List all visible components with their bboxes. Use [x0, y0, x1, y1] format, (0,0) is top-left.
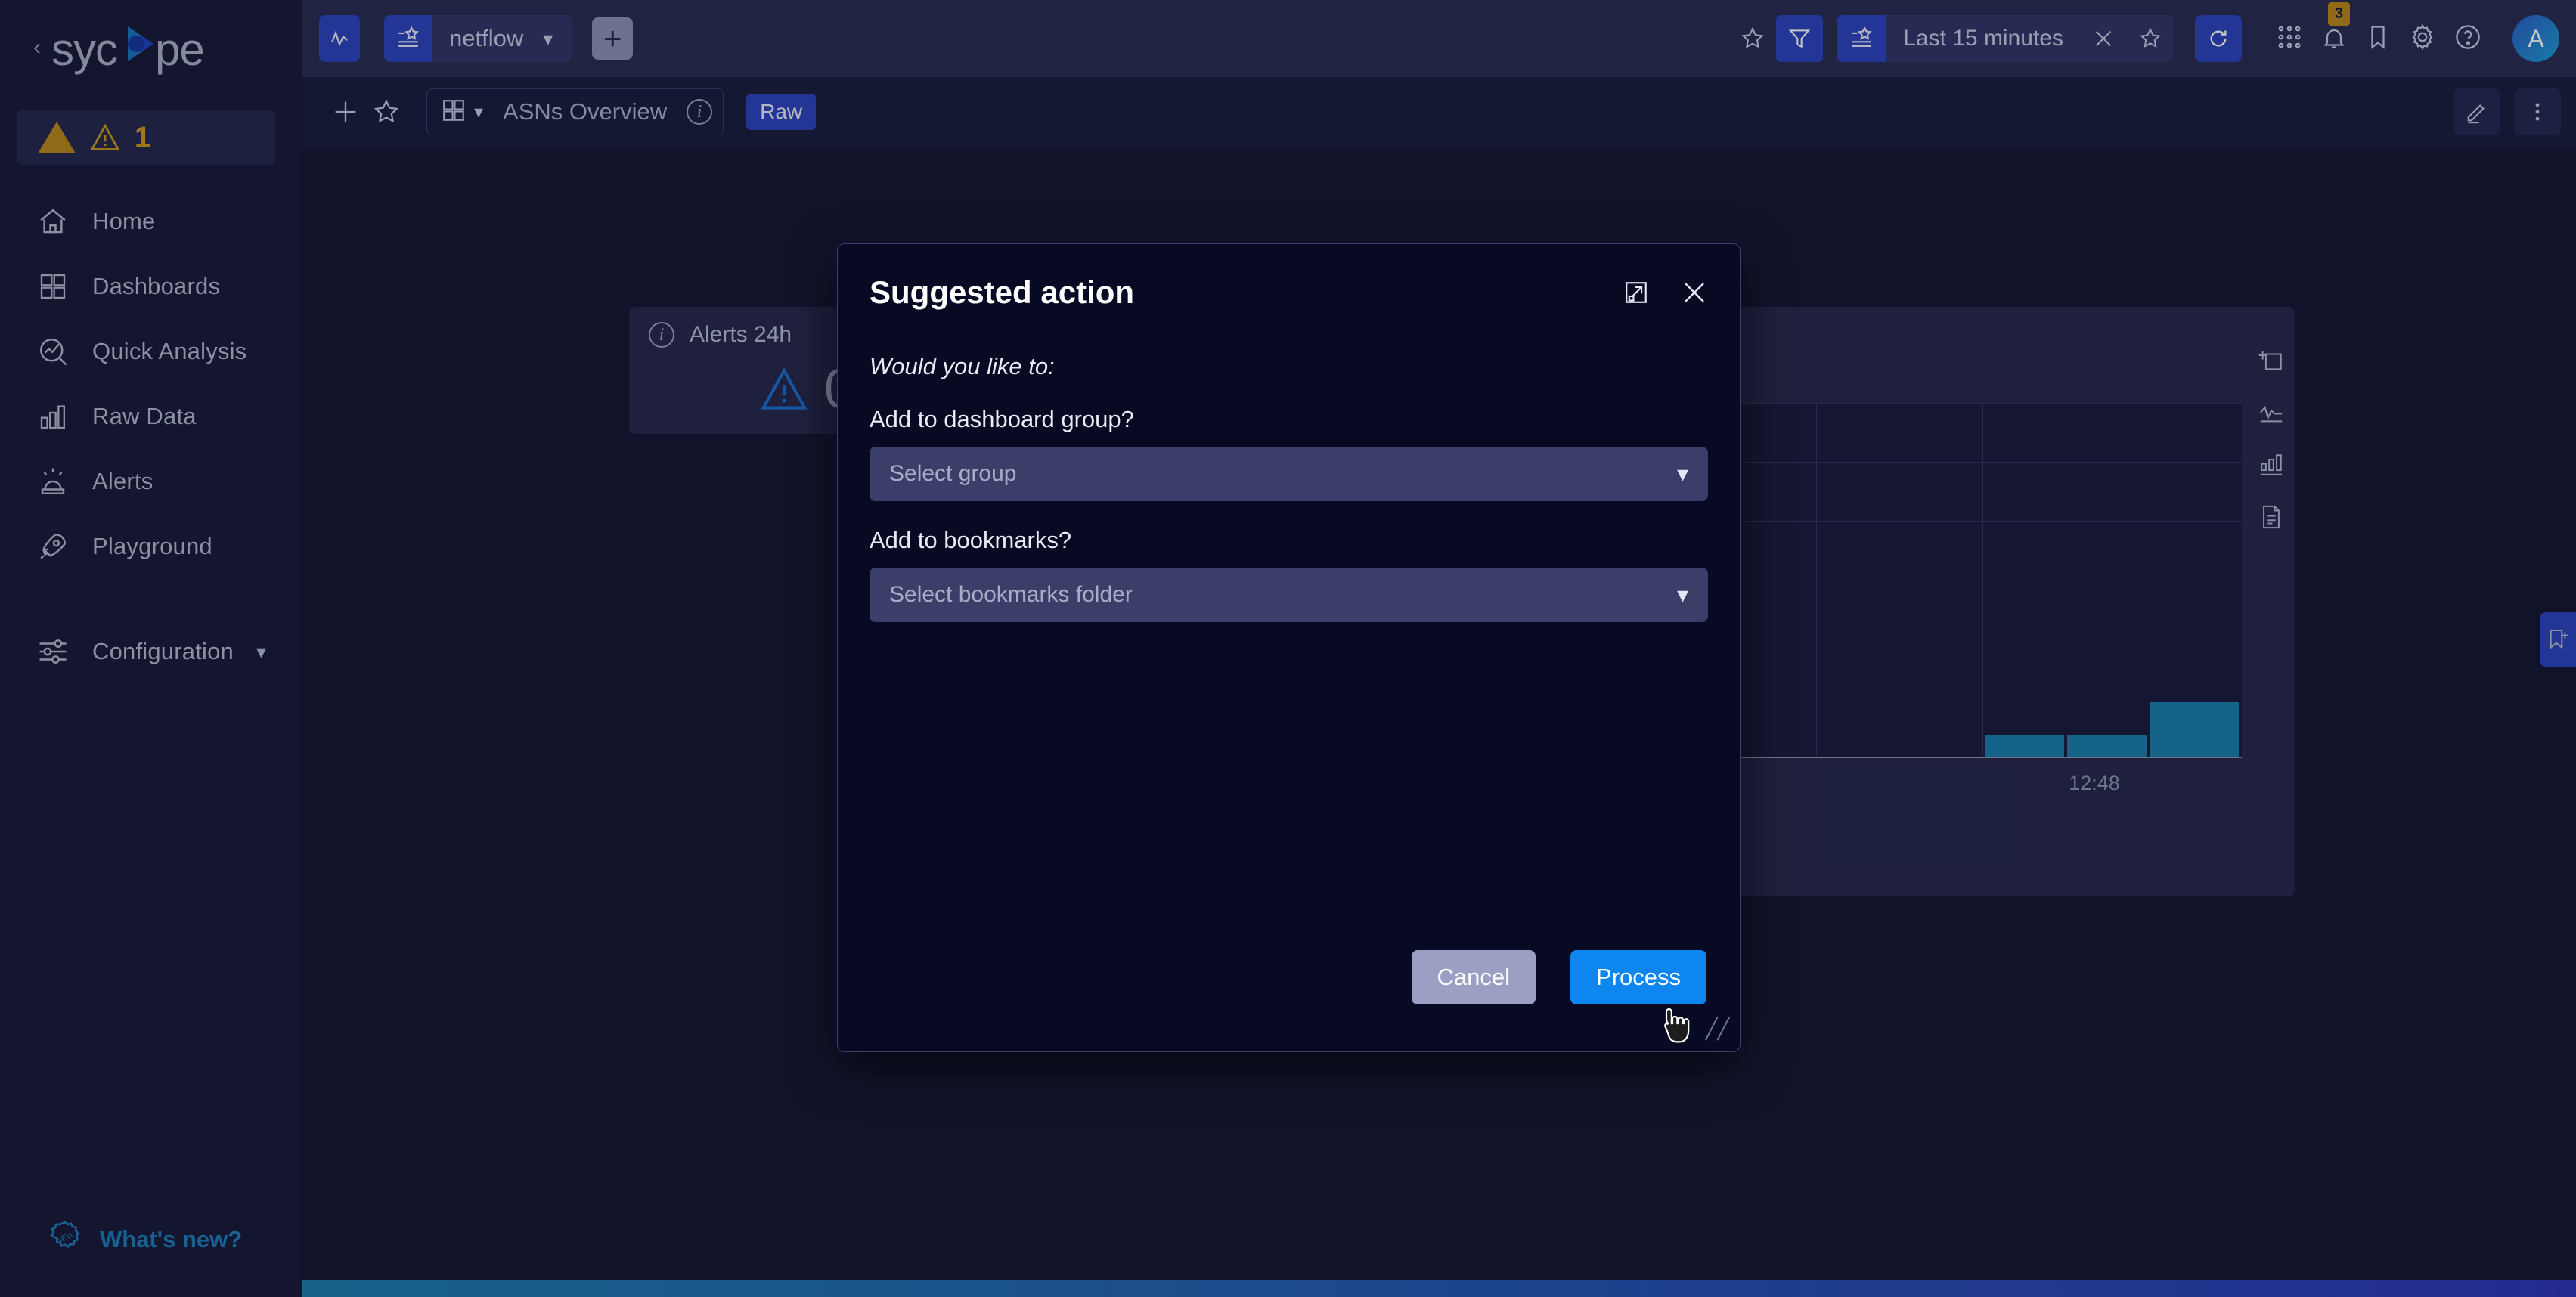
resize-grip-icon[interactable]: ╱╱	[1706, 1017, 1729, 1041]
dialog-footer: Cancel Process	[1411, 950, 1706, 1004]
dialog-header: Suggested action	[838, 244, 1740, 311]
cancel-button[interactable]: Cancel	[1411, 950, 1536, 1004]
bookmarks-folder-select[interactable]: Select bookmarks folder ▾	[870, 568, 1708, 622]
field-label-dashboard-group: Add to dashboard group?	[870, 406, 1134, 432]
chevron-down-icon[interactable]: ▾	[1677, 582, 1688, 608]
process-button[interactable]: Process	[1570, 950, 1706, 1004]
suggested-action-dialog: Suggested action Would you like to: Add …	[837, 243, 1741, 1052]
expand-icon[interactable]	[1623, 280, 1649, 305]
app-root: ‹ syc pe 1 Home Dashboards Quick Analysi…	[0, 0, 2576, 1297]
dialog-body: Would you like to: Add to dashboard grou…	[838, 311, 1740, 622]
dialog-title: Suggested action	[870, 274, 1135, 310]
close-icon[interactable]	[1681, 279, 1708, 306]
dialog-prompt: Would you like to:	[870, 353, 1055, 379]
chevron-down-icon[interactable]: ▾	[1677, 461, 1688, 488]
mouse-cursor	[1659, 1005, 1692, 1045]
bookmarks-folder-placeholder: Select bookmarks folder	[889, 582, 1133, 607]
dialog-header-icons	[1623, 279, 1708, 306]
dashboard-group-placeholder: Select group	[889, 461, 1017, 486]
dashboard-group-select[interactable]: Select group ▾	[870, 447, 1708, 501]
field-label-bookmarks: Add to bookmarks?	[870, 527, 1072, 553]
